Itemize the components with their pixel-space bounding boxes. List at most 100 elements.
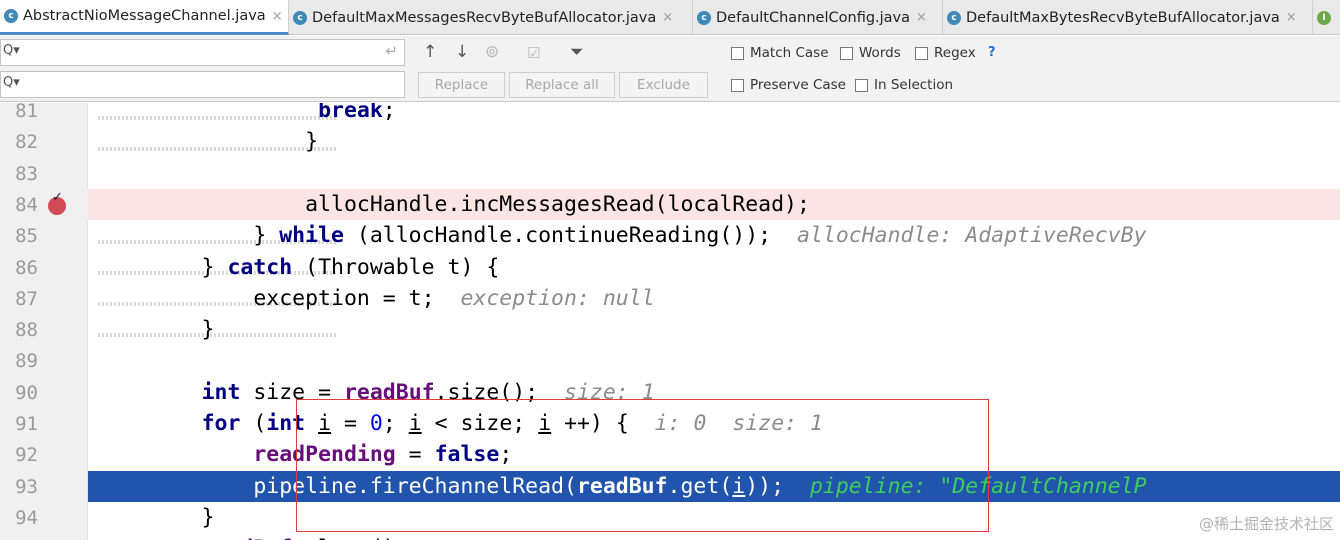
line-number[interactable]: 81 — [0, 103, 38, 122]
code-line[interactable]: 84 ✓ allocHandle.incMessagesRead(localRea… — [0, 188, 1340, 220]
code-token: int — [266, 411, 306, 436]
code-text[interactable]: int size = readBuf.size(); size: 1 — [98, 380, 655, 405]
checkbox-box[interactable] — [840, 46, 853, 60]
line-number[interactable]: 91 — [0, 413, 38, 435]
checkbox-box[interactable] — [731, 46, 744, 60]
checkbox-box[interactable] — [731, 78, 744, 92]
inline-debug-value: size: 1 — [564, 379, 655, 405]
code-text[interactable]: exception = t; exception: null — [98, 285, 655, 311]
code-line[interactable]: 81 break; — [0, 103, 1340, 126]
close-icon[interactable]: × — [1286, 10, 1297, 25]
exclude-button[interactable]: Exclude — [619, 72, 708, 98]
code-token: } — [98, 504, 215, 530]
code-token: pipeline.fireChannelRead( — [98, 473, 577, 499]
tab-default-max-messages-recv[interactable]: c DefaultMaxMessagesRecvByteBufAllocator… — [289, 0, 693, 35]
line-number[interactable]: 88 — [0, 319, 38, 341]
code-line[interactable]: 83 — [0, 158, 1340, 189]
search-field[interactable]: Q▾ ↵ — [0, 39, 405, 66]
code-line[interactable]: 91 for (int i = 0; i < size; i ++) { i: … — [0, 408, 1340, 439]
line-number[interactable]: 90 — [0, 382, 38, 404]
regex-checkbox[interactable]: Regex — [915, 45, 976, 61]
class-icon: c — [4, 9, 18, 23]
line-number[interactable]: 86 — [0, 257, 38, 279]
regex-help-icon[interactable]: ? — [988, 45, 996, 60]
replace-all-button[interactable]: Replace all — [509, 72, 615, 98]
filter-icon[interactable]: ⏷ — [570, 42, 584, 62]
code-token: (Throwable t) { — [292, 254, 500, 280]
code-text[interactable]: } — [98, 129, 318, 154]
code-line[interactable]: 90 int size = readBuf.size(); size: 1 — [0, 377, 1340, 408]
code-text[interactable]: readPending = false; — [98, 442, 512, 467]
code-token: } — [98, 254, 228, 280]
code-token: readBuf — [576, 473, 668, 499]
line-number[interactable]: 94 — [0, 507, 38, 529]
code-text[interactable]: allocHandle.incMessagesRead(localRead); — [98, 192, 810, 217]
line-number[interactable]: 87 — [0, 288, 38, 310]
search-input[interactable] — [27, 42, 371, 64]
class-icon: c — [697, 10, 711, 25]
match-case-checkbox[interactable]: Match Case — [731, 45, 829, 61]
select-all-occurrences-icon[interactable]: ☑ — [527, 44, 540, 62]
inline-debug-value: exception: null — [460, 285, 655, 311]
tab-label: DefaultChannelConfig.java — [716, 9, 911, 26]
code-line[interactable]: 82 } — [0, 126, 1340, 157]
replace-button[interactable]: Replace — [418, 72, 505, 98]
words-label: Words — [859, 45, 901, 61]
code-line[interactable]: 92 readPending = false; — [0, 439, 1340, 470]
tab-overflow[interactable]: I — [1313, 0, 1340, 35]
line-number[interactable]: 89 — [0, 350, 38, 372]
inline-debug-value: pipeline: "DefaultChannelP — [809, 473, 1147, 499]
next-occurrence-icon[interactable]: ↓ — [455, 42, 469, 62]
line-number[interactable]: 84 — [0, 194, 38, 216]
verified-check-icon: ✓ — [52, 189, 63, 205]
class-icon: c — [293, 10, 307, 25]
code-line[interactable]: 94 } — [0, 502, 1340, 533]
close-icon[interactable]: × — [662, 10, 673, 25]
code-token: ; — [499, 442, 513, 468]
line-number[interactable]: 85 — [0, 225, 38, 247]
code-text[interactable]: } catch (Throwable t) { — [98, 254, 500, 280]
code-line[interactable]: 88 } — [0, 314, 1340, 345]
code-text[interactable]: pipeline.fireChannelRead(readBuf.get(i))… — [98, 473, 1147, 499]
close-icon[interactable]: × — [272, 9, 283, 24]
newline-icon[interactable]: ↵ — [385, 42, 398, 60]
add-occurrence-icon[interactable]: ⊚ — [485, 42, 499, 62]
words-checkbox[interactable]: Words — [840, 45, 901, 61]
code-text[interactable]: for (int i = 0; i < size; i ++) { i: 0 s… — [98, 411, 823, 436]
close-icon[interactable]: × — [916, 10, 927, 25]
code-text[interactable]: } — [98, 505, 215, 530]
previous-occurrence-icon[interactable]: ↑ — [423, 42, 437, 62]
code-text[interactable]: } while (allocHandle.continueReading());… — [98, 223, 1146, 248]
code-text[interactable]: break; — [98, 103, 396, 123]
checkbox-box[interactable] — [855, 78, 868, 92]
search-icon[interactable]: Q▾ — [3, 43, 20, 58]
code-line[interactable]: 85 } while (allocHandle.continueReading(… — [0, 220, 1340, 251]
line-number[interactable]: 82 — [0, 131, 38, 153]
line-number[interactable]: 83 — [0, 163, 38, 185]
preserve-case-checkbox[interactable]: Preserve Case — [731, 77, 846, 93]
code-line[interactable]: 93 pipeline.fireChannelRead(readBuf.get(… — [0, 470, 1340, 502]
code-token: )); — [745, 473, 810, 499]
code-line[interactable]: 86 } catch (Throwable t) { — [0, 252, 1340, 283]
search-icon[interactable]: Q▾ — [3, 75, 20, 90]
code-token: < size; — [421, 411, 539, 436]
code-token: } — [98, 317, 215, 343]
tab-label: DefaultMaxBytesRecvByteBufAllocator.java — [966, 9, 1280, 26]
code-text[interactable]: } — [98, 317, 215, 342]
code-editor[interactable]: 81 break; 82 } 83 84 ✓ allocHandle.incMessag… — [0, 103, 1340, 540]
tab-default-max-bytes-recv[interactable]: c DefaultMaxBytesRecvByteBufAllocator.ja… — [943, 0, 1313, 35]
code-line[interactable]: 95 readBuf.clear(); — [0, 533, 1340, 540]
code-token: break — [318, 103, 383, 123]
line-number[interactable]: 92 — [0, 444, 38, 466]
in-selection-checkbox[interactable]: In Selection — [855, 77, 953, 93]
tab-abstract-nio-message-channel[interactable]: c AbstractNioMessageChannel.java × — [0, 0, 289, 35]
replace-field[interactable]: Q▾ — [0, 71, 405, 98]
replace-input[interactable] — [27, 74, 371, 96]
code-line[interactable]: 89 — [0, 345, 1340, 376]
code-line[interactable]: 87 exception = t; exception: null — [0, 283, 1340, 314]
code-text[interactable]: readBuf.clear(); — [98, 536, 409, 540]
line-number[interactable]: 93 — [0, 476, 38, 498]
checkbox-box[interactable] — [915, 46, 928, 60]
tab-default-channel-config[interactable]: c DefaultChannelConfig.java × — [693, 0, 943, 35]
